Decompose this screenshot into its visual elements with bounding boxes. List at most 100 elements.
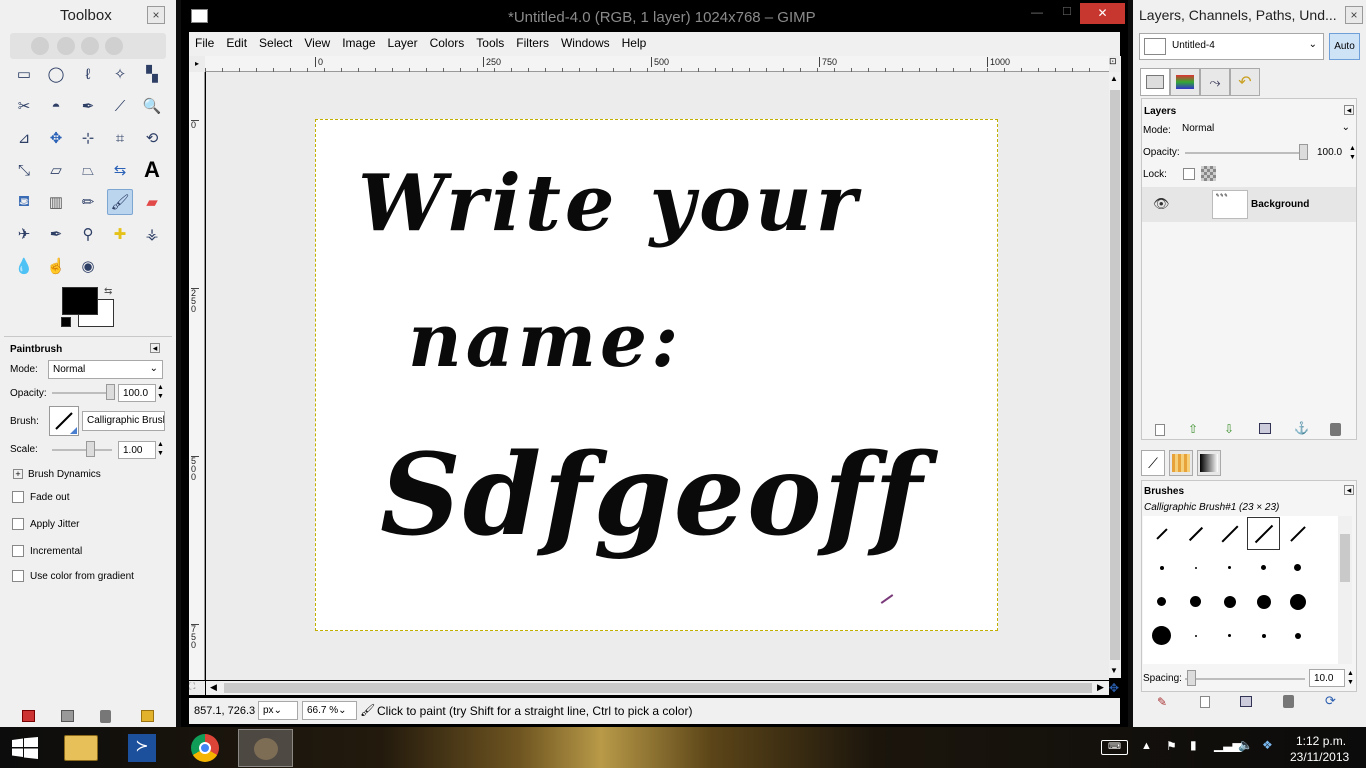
delete-layer-icon[interactable]	[1330, 423, 1341, 436]
chrome-icon[interactable]	[191, 734, 219, 762]
layer-opacity-handle[interactable]	[1299, 144, 1308, 160]
restore-options-icon[interactable]	[61, 710, 74, 722]
quick-mask-corner-icon[interactable]: ▸	[189, 56, 205, 72]
incremental-checkbox[interactable]	[12, 545, 24, 557]
delete-options-icon[interactable]	[100, 710, 111, 723]
refresh-brushes-icon[interactable]: ⟳	[1325, 693, 1336, 709]
menu-help[interactable]: Help	[616, 32, 653, 54]
layer-row[interactable]	[1142, 187, 1356, 222]
tab-brushes[interactable]: ⟋	[1141, 450, 1165, 476]
opacity-spin-input[interactable]: 100.0	[118, 384, 156, 402]
free-select-icon[interactable]: ℓ	[75, 61, 101, 87]
clock-time[interactable]: 1:12 p.m.	[1296, 734, 1346, 748]
perspective-icon[interactable]: ⏢	[75, 157, 101, 183]
perspective-clone-icon[interactable]: ⚶	[139, 221, 165, 247]
minimize-button[interactable]: —	[1031, 5, 1043, 19]
brush-cell[interactable]	[1145, 653, 1178, 664]
zoom-icon[interactable]: 🔍	[139, 93, 165, 119]
ellipse-select-icon[interactable]: ◯	[43, 61, 69, 87]
brush-cell[interactable]	[1213, 551, 1246, 584]
brush-cell[interactable]	[1179, 517, 1212, 550]
layer-opacity-arrows-icon[interactable]: ▲ ▼	[1349, 144, 1356, 162]
brush-cell[interactable]	[1145, 517, 1178, 550]
brush-cell[interactable]	[1213, 585, 1246, 618]
vertical-scrollbar[interactable]: ▲ ▼	[1109, 72, 1121, 678]
crop-icon[interactable]: ⌗	[107, 125, 133, 151]
brush-cell[interactable]	[1247, 517, 1280, 550]
powershell-icon[interactable]: ≻	[128, 734, 156, 762]
brush-cell[interactable]	[1179, 653, 1212, 664]
scale-slider-handle[interactable]	[86, 441, 95, 457]
reset-options-icon[interactable]	[141, 710, 154, 722]
scissors-icon[interactable]: ✂	[11, 93, 37, 119]
lower-layer-icon[interactable]: ⇩	[1224, 422, 1234, 436]
edit-brush-icon[interactable]: ✎	[1157, 695, 1167, 709]
new-brush-icon[interactable]	[1200, 696, 1210, 708]
apply-jitter-checkbox[interactable]	[12, 518, 24, 530]
fuzzy-select-icon[interactable]: ✧	[107, 61, 133, 87]
swap-colors-icon[interactable]: ⇆	[104, 286, 112, 297]
brush-cell[interactable]	[1247, 585, 1280, 618]
horizontal-ruler[interactable]: 0 250 500 750 1000	[205, 56, 1111, 72]
scroll-down-icon[interactable]: ▼	[1110, 666, 1118, 675]
scale-spin-arrows-icon[interactable]: ▲ ▼	[157, 440, 164, 458]
zoom-image-corner-icon[interactable]: ⛶	[189, 681, 205, 695]
unit-select[interactable]: px⌄	[258, 701, 298, 720]
toolbox-close-button[interactable]: ×	[147, 6, 165, 24]
opacity-spin-arrows-icon[interactable]: ▲ ▼	[157, 383, 164, 401]
spacing-handle[interactable]	[1187, 670, 1196, 686]
menu-view[interactable]: View	[298, 32, 336, 54]
anchor-layer-icon[interactable]: ⚓	[1294, 421, 1309, 435]
move-icon[interactable]: ✥	[43, 125, 69, 151]
brush-name-field[interactable]: Calligraphic Brush	[82, 411, 165, 431]
auto-button[interactable]: Auto	[1329, 33, 1360, 60]
brush-cell[interactable]	[1247, 653, 1280, 664]
horizontal-scrollbar[interactable]: ◀ ▶	[206, 681, 1109, 695]
brush-cell[interactable]	[1281, 551, 1314, 584]
navigate-image-icon[interactable]: ✥	[1109, 681, 1123, 695]
file-explorer-icon[interactable]	[64, 735, 98, 761]
pencil-icon[interactable]: ✏	[75, 189, 101, 215]
color-select-icon[interactable]: ▚	[139, 61, 165, 87]
duplicate-layer-icon[interactable]	[1259, 423, 1271, 434]
brush-preview-button[interactable]	[49, 406, 79, 436]
brush-cell[interactable]	[1179, 619, 1212, 652]
clone-icon[interactable]: ⚲	[75, 221, 101, 247]
fade-out-checkbox[interactable]	[12, 491, 24, 503]
brush-cell[interactable]	[1281, 653, 1314, 664]
tab-paths[interactable]: ⤳	[1200, 68, 1230, 96]
tab-channels[interactable]	[1170, 68, 1200, 96]
spacing-arrows-icon[interactable]: ▲ ▼	[1347, 669, 1354, 687]
foreground-select-icon[interactable]: ◓	[43, 93, 69, 119]
power-icon[interactable]: ▮	[1190, 738, 1197, 752]
zoom-select[interactable]: 66.7 %⌄	[302, 701, 357, 720]
eraser-icon[interactable]: ▰	[139, 189, 165, 215]
scroll-left-icon[interactable]: ◀	[210, 682, 217, 693]
scroll-right-icon[interactable]: ▶	[1097, 682, 1104, 693]
measure-icon[interactable]: ⊿	[11, 125, 37, 151]
tab-undo-history[interactable]: ↶	[1230, 68, 1260, 96]
dropbox-icon[interactable]: ❖	[1262, 738, 1273, 752]
rect-select-icon[interactable]: ▭	[11, 61, 37, 87]
mode-select[interactable]: Normal ⌄	[48, 360, 163, 379]
vertical-scroll-thumb[interactable]	[1110, 90, 1120, 660]
airbrush-icon[interactable]: ✈	[11, 221, 37, 247]
volume-icon[interactable]: 🔈	[1238, 738, 1253, 752]
windows-start-icon[interactable]	[12, 737, 38, 759]
color-picker-icon[interactable]: ⟋	[107, 93, 133, 119]
layers-menu-icon[interactable]: ◂	[1344, 105, 1354, 115]
heal-icon[interactable]: ✚	[107, 221, 133, 247]
brush-cell[interactable]	[1247, 619, 1280, 652]
save-options-icon[interactable]	[22, 710, 35, 722]
spacing-spin-input[interactable]: 10.0	[1309, 669, 1345, 687]
scale-spin-input[interactable]: 1.00	[118, 441, 156, 459]
menu-file[interactable]: File	[189, 32, 220, 54]
tab-layers[interactable]	[1140, 68, 1170, 96]
align-icon[interactable]: ⊹	[75, 125, 101, 151]
ink-icon[interactable]: ✒	[43, 221, 69, 247]
opacity-slider-track[interactable]	[52, 392, 112, 394]
brushes-menu-icon[interactable]: ◂	[1344, 485, 1354, 495]
opacity-slider-handle[interactable]	[106, 384, 115, 400]
clock-date[interactable]: 23/11/2013	[1290, 750, 1349, 764]
layer-mode-select[interactable]: Normal ⌄	[1178, 120, 1354, 140]
